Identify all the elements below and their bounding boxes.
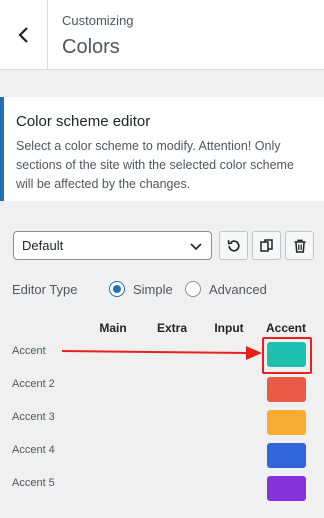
chevron-left-icon: [17, 26, 28, 43]
column-header-input: Input: [214, 321, 244, 335]
breadcrumb: Customizing: [62, 13, 134, 28]
row-label-accent-2: Accent 2: [12, 378, 55, 390]
color-swatch-accent-4[interactable]: [267, 443, 306, 468]
chevron-down-icon: [190, 243, 202, 251]
editor-type-simple-option[interactable]: Simple: [109, 281, 173, 297]
delete-scheme-button[interactable]: [285, 231, 314, 260]
description-box: Color scheme editor Select a color schem…: [0, 97, 324, 201]
highlight-box: [262, 337, 312, 374]
simple-radio-label: Simple: [133, 281, 173, 297]
back-button[interactable]: [0, 0, 48, 69]
color-swatch-accent-3[interactable]: [267, 410, 306, 435]
description-text: Select a color scheme to modify. Attenti…: [16, 139, 294, 191]
row-label-accent-4: Accent 4: [12, 444, 55, 456]
panel-header: Customizing Colors: [0, 0, 324, 70]
delete-icon: [294, 239, 305, 253]
row-label-accent-3: Accent 3: [12, 411, 55, 423]
editor-type-advanced-option[interactable]: Advanced: [185, 281, 267, 297]
reset-icon: [227, 239, 240, 252]
row-label-accent: Accent: [12, 345, 46, 357]
simple-radio[interactable]: [109, 281, 125, 297]
color-scheme-select-value: Default: [22, 238, 64, 253]
page-title: Colors: [62, 36, 120, 58]
copy-icon: [259, 238, 273, 252]
column-header-accent: Accent: [265, 321, 306, 335]
advanced-radio-label: Advanced: [209, 281, 267, 297]
copy-scheme-button[interactable]: [252, 231, 281, 260]
reset-scheme-button[interactable]: [219, 231, 248, 260]
column-header-extra: Extra: [156, 321, 188, 335]
editor-type-label: Editor Type: [12, 282, 78, 297]
annotation-arrow: [62, 346, 262, 360]
color-scheme-select[interactable]: Default: [13, 231, 212, 260]
column-header-main: Main: [99, 321, 127, 335]
advanced-radio[interactable]: [185, 281, 201, 297]
color-swatch-accent-2[interactable]: [267, 377, 306, 402]
row-label-accent-5: Accent 5: [12, 477, 55, 489]
description-title: Color scheme editor: [16, 113, 151, 130]
color-swatch-accent-5[interactable]: [267, 476, 306, 501]
